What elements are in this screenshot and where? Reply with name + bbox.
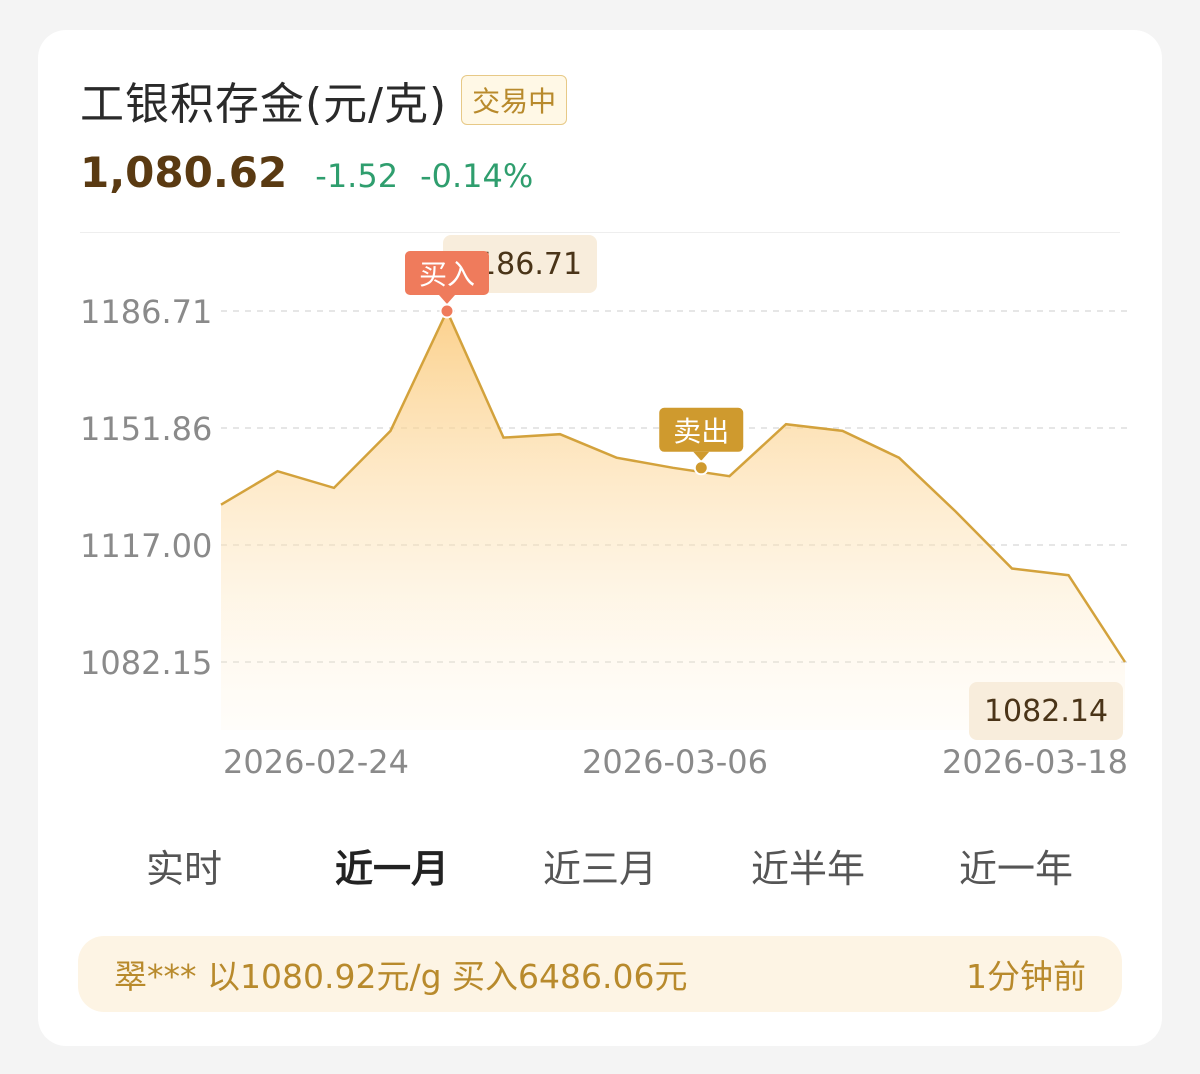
trade-ticker[interactable]: 翠*** 以1080.92元/g 买入6486.06元 1分钟前 (78, 936, 1122, 1012)
gold-card: 工银积存金(元/克) 交易中 1,080.62 -1.52 -0.14% 118… (38, 30, 1162, 1046)
ticker-text: 翠*** 以1080.92元/g 买入6486.06元 (114, 957, 688, 996)
y-tick-label: 1151.86 (80, 410, 212, 448)
tab-three-months[interactable]: 近三月 (496, 838, 704, 893)
x-tick-label: 2026-03-06 (582, 743, 768, 781)
buy-marker-label: 买入 (419, 258, 475, 291)
x-tick-label: 2026-02-24 (223, 743, 409, 781)
tab-realtime[interactable]: 实时 (80, 838, 288, 893)
tab-half-year[interactable]: 近半年 (704, 838, 912, 893)
ticker-time: 1分钟前 (966, 957, 1086, 996)
sell-marker-pointer (693, 451, 710, 461)
sell-marker-label: 卖出 (673, 415, 729, 448)
tab-one-month[interactable]: 近一月 (288, 838, 496, 893)
price-chart[interactable]: 1186.71 1151.86 1117.00 1082.15 2026-02-24 20… (38, 30, 1162, 1046)
buy-marker-dot (439, 303, 455, 319)
last-value-label: 1082.14 (984, 694, 1108, 729)
price-area (221, 311, 1125, 730)
sell-marker-dot (693, 460, 709, 476)
x-tick-label: 2026-03-18 (942, 743, 1128, 781)
tab-one-year[interactable]: 近一年 (912, 838, 1120, 893)
y-tick-label: 1186.71 (80, 293, 212, 331)
y-tick-label: 1117.00 (80, 527, 212, 565)
period-tabs: 实时 近一月 近三月 近半年 近一年 (80, 838, 1120, 893)
y-tick-label: 1082.15 (80, 644, 212, 682)
buy-marker-pointer (439, 295, 455, 304)
